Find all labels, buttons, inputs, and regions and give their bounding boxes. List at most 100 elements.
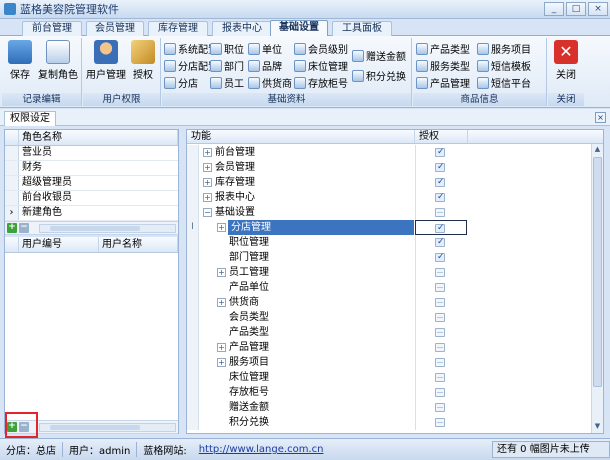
authorize-checkbox[interactable]: [435, 190, 445, 205]
tree-row[interactable]: 积分兑换: [187, 415, 587, 430]
tree-row[interactable]: + 服务项目: [187, 355, 587, 370]
gift-amount-button[interactable]: 赠送金额: [352, 48, 406, 63]
website-link[interactable]: http://www.lange.com.cn: [193, 444, 330, 455]
expand-icon[interactable]: +: [217, 298, 226, 307]
user-management-button[interactable]: 用户管理: [86, 40, 126, 81]
brand-button[interactable]: 品牌: [248, 58, 282, 73]
points-exchange-button[interactable]: 积分兑换: [352, 68, 406, 83]
remove-role-icon[interactable]: −: [19, 223, 29, 233]
member-level-button[interactable]: 会员级别: [294, 41, 348, 56]
close-tab-icon[interactable]: ×: [595, 112, 606, 123]
authorize-checkbox[interactable]: [435, 208, 445, 217]
auth-cell[interactable]: [415, 355, 467, 370]
expand-icon[interactable]: +: [203, 163, 212, 172]
expand-icon[interactable]: +: [203, 148, 212, 157]
role-row-current[interactable]: › 新建角色: [5, 206, 178, 221]
function-column-header[interactable]: 功能: [187, 130, 415, 143]
tree-row[interactable]: 存放柜号: [187, 385, 587, 400]
service-item-button[interactable]: 服务项目: [477, 41, 531, 56]
expand-icon[interactable]: +: [203, 193, 212, 202]
scroll-thumb[interactable]: [50, 425, 140, 430]
role-row[interactable]: 前台收银员: [5, 191, 178, 206]
authorize-checkbox[interactable]: [435, 403, 445, 412]
authorize-checkbox[interactable]: [435, 388, 445, 397]
tree-row[interactable]: + 报表中心: [187, 190, 587, 205]
bed-management-button[interactable]: 床位管理: [294, 58, 348, 73]
close-button[interactable]: ✕ 关闭: [552, 40, 580, 81]
auth-cell[interactable]: [415, 310, 467, 325]
tab-reports[interactable]: 报表中心: [212, 21, 272, 36]
authorize-checkbox[interactable]: [435, 343, 445, 352]
minimize-icon[interactable]: _: [544, 2, 564, 16]
auth-cell[interactable]: [415, 160, 467, 175]
copy-role-button[interactable]: 复制角色: [36, 40, 80, 81]
pane-splitter[interactable]: [179, 129, 185, 434]
tree-row[interactable]: 床位管理: [187, 370, 587, 385]
tree-row[interactable]: 职位管理: [187, 235, 587, 250]
tab-front-desk[interactable]: 前台管理: [22, 21, 82, 36]
scroll-thumb[interactable]: [593, 157, 602, 387]
tab-member[interactable]: 会员管理: [86, 21, 144, 36]
auth-cell[interactable]: [415, 205, 467, 220]
tree-row[interactable]: 会员类型: [187, 310, 587, 325]
tree-row[interactable]: 产品单位: [187, 280, 587, 295]
add-role-icon[interactable]: +: [7, 223, 17, 233]
expand-icon[interactable]: +: [203, 178, 212, 187]
user-grid-hscroll[interactable]: [39, 423, 176, 432]
authorize-checkbox[interactable]: [435, 328, 445, 337]
authorize-checkbox[interactable]: [435, 268, 445, 277]
auth-cell[interactable]: [415, 340, 467, 355]
auth-cell[interactable]: [415, 265, 467, 280]
maximize-icon[interactable]: □: [566, 2, 586, 16]
department-button[interactable]: 部门: [210, 58, 244, 73]
close-window-icon[interactable]: ×: [588, 2, 608, 16]
tab-tools[interactable]: 工具面板: [332, 21, 392, 36]
tree-row[interactable]: + 库存管理: [187, 175, 587, 190]
auth-cell[interactable]: [415, 250, 467, 265]
tree-row[interactable]: + 会员管理: [187, 160, 587, 175]
auth-cell[interactable]: [415, 370, 467, 385]
tree-row-selected[interactable]: I + 分店管理: [187, 220, 587, 236]
tree-row[interactable]: + 员工管理: [187, 265, 587, 280]
role-row[interactable]: 财务: [5, 161, 178, 176]
role-name-header[interactable]: 角色名称: [19, 130, 178, 145]
tree-row[interactable]: + 前台管理: [187, 145, 587, 160]
auth-cell-editing[interactable]: [415, 220, 467, 236]
auth-cell[interactable]: [415, 145, 467, 160]
sms-template-button[interactable]: 短信模板: [477, 58, 531, 73]
tree-row[interactable]: + 产品管理: [187, 340, 587, 355]
product-type-button[interactable]: 产品类型: [416, 41, 470, 56]
tree-row[interactable]: 产品类型: [187, 325, 587, 340]
authorize-checkbox[interactable]: [435, 418, 445, 427]
tree-row[interactable]: − 基础设置: [187, 205, 587, 220]
product-management-button[interactable]: 产品管理: [416, 75, 470, 90]
branch-button[interactable]: 分店: [164, 75, 198, 90]
auth-cell[interactable]: [415, 190, 467, 205]
role-row[interactable]: 营业员: [5, 146, 178, 161]
tab-permission-settings[interactable]: 权限设定: [4, 111, 56, 126]
tree-row[interactable]: + 供货商: [187, 295, 587, 310]
authorize-checkbox[interactable]: [435, 221, 445, 236]
permission-tree-vscroll[interactable]: ▲ ▼: [591, 144, 603, 433]
authorize-checkbox[interactable]: [435, 373, 445, 382]
authorize-checkbox[interactable]: [435, 313, 445, 322]
locker-button[interactable]: 存放柜号: [294, 75, 348, 90]
collapse-icon[interactable]: −: [203, 208, 212, 217]
expand-icon[interactable]: +: [217, 223, 226, 232]
auth-cell[interactable]: [415, 385, 467, 400]
service-type-button[interactable]: 服务类型: [416, 58, 470, 73]
unit-button[interactable]: 单位: [248, 41, 282, 56]
auth-cell[interactable]: [415, 235, 467, 250]
auth-cell[interactable]: [415, 295, 467, 310]
tab-inventory[interactable]: 库存管理: [148, 21, 208, 36]
authorize-checkbox[interactable]: [435, 358, 445, 367]
expand-icon[interactable]: +: [217, 358, 226, 367]
authorize-checkbox[interactable]: [435, 160, 445, 175]
scroll-up-icon[interactable]: ▲: [593, 145, 602, 155]
authorize-checkbox[interactable]: [435, 298, 445, 307]
authorize-column-header[interactable]: 授权: [415, 130, 468, 143]
expand-icon[interactable]: +: [217, 268, 226, 277]
role-row[interactable]: 超级管理员: [5, 176, 178, 191]
tree-row[interactable]: 部门管理: [187, 250, 587, 265]
authorize-checkbox[interactable]: [435, 175, 445, 190]
